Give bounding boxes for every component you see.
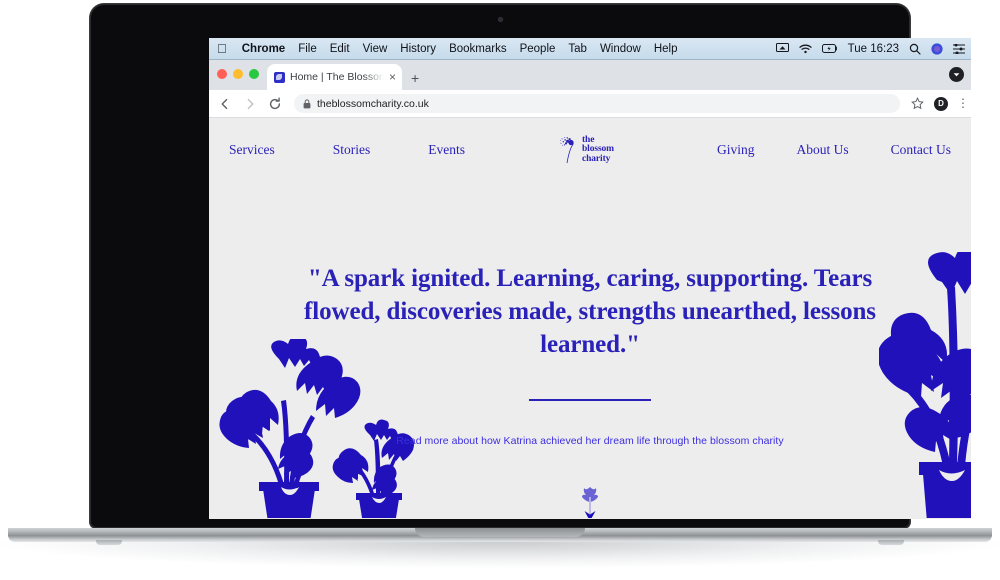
menu-item-people[interactable]: People	[520, 43, 556, 55]
site-nav-left: Services Stories Events	[223, 142, 465, 158]
browser-tab-title: Home | The Blossom Charity |	[290, 71, 384, 83]
hero-section: "A spark ignited. Learning, caring, supp…	[209, 182, 971, 518]
mac-menu-bar-items:  Chrome File Edit View History Bookmark…	[217, 42, 678, 55]
address-bar[interactable]: theblossomcharity.co.uk	[294, 94, 900, 113]
close-window-button[interactable]	[217, 69, 227, 79]
laptop-screen:  Chrome File Edit View History Bookmark…	[209, 38, 971, 519]
laptop-shadow	[0, 542, 1000, 568]
screen-mirroring-icon[interactable]	[775, 43, 789, 54]
logo-line-3: charity	[581, 153, 611, 164]
window-traffic-lights	[217, 69, 259, 79]
battery-charging-icon[interactable]	[821, 44, 838, 53]
camera-icon	[497, 17, 503, 22]
tab-close-icon[interactable]: ×	[389, 71, 398, 83]
maximize-window-button[interactable]	[249, 69, 259, 79]
nav-link-stories[interactable]: Stories	[333, 142, 371, 158]
wifi-icon[interactable]	[798, 44, 812, 54]
menu-item-chrome[interactable]: Chrome	[242, 43, 285, 55]
menu-item-edit[interactable]: Edit	[330, 43, 350, 55]
back-arrow-icon[interactable]	[217, 96, 233, 112]
laptop-lid: MacBook Pro  Chrome File Edit View Hist…	[90, 4, 971, 528]
siri-icon[interactable]	[931, 42, 943, 55]
minimize-window-button[interactable]	[233, 69, 243, 79]
control-center-icon[interactable]	[953, 43, 965, 54]
website-viewport: Services Stories Events the blossom char…	[209, 118, 971, 518]
apple-logo-icon[interactable]: 	[217, 42, 227, 55]
menu-item-bookmarks[interactable]: Bookmarks	[449, 43, 507, 55]
spotlight-search-icon[interactable]	[909, 43, 921, 55]
menu-item-view[interactable]: View	[363, 43, 388, 55]
menu-item-tab[interactable]: Tab	[568, 43, 587, 55]
blossom-dandelion-icon	[560, 136, 574, 163]
browser-tab-strip: Home | The Blossom Charity | × +	[209, 60, 971, 90]
mac-menu-bar:  Chrome File Edit View History Bookmark…	[209, 38, 971, 60]
laptop-base-notch	[415, 528, 585, 537]
chrome-browser-window: Home | The Blossom Charity | × +	[209, 60, 971, 519]
mac-status-items: Tue 16:23	[775, 42, 965, 55]
menu-item-window[interactable]: Window	[600, 43, 641, 55]
menu-item-help[interactable]: Help	[654, 43, 678, 55]
nav-link-events[interactable]: Events	[428, 142, 465, 158]
hero-quote: "A spark ignited. Learning, caring, supp…	[304, 265, 876, 358]
hero-divider	[529, 399, 651, 401]
profile-badge-icon[interactable]	[949, 67, 964, 82]
address-bar-url: theblossomcharity.co.uk	[317, 97, 429, 110]
profile-avatar[interactable]: D	[934, 96, 948, 111]
three-dot-menu-icon[interactable]: ⋮	[957, 97, 969, 109]
site-favicon-icon	[274, 71, 285, 83]
forward-arrow-icon[interactable]	[242, 96, 258, 112]
toolbar-actions: D ⋮	[909, 96, 969, 112]
nav-link-services[interactable]: Services	[229, 142, 275, 158]
hero-readmore-link[interactable]: Read more about how Katrina achieved her…	[209, 435, 971, 447]
site-navigation: Services Stories Events the blossom char…	[209, 118, 971, 182]
nav-link-contact-us[interactable]: Contact Us	[891, 142, 951, 158]
reload-icon[interactable]	[267, 96, 283, 112]
menu-item-history[interactable]: History	[400, 43, 436, 55]
macbook-pro-device: MacBook Pro  Chrome File Edit View Hist…	[0, 0, 1000, 580]
site-logo-text: the blossom charity	[581, 135, 614, 165]
browser-tab[interactable]: Home | The Blossom Charity | ×	[267, 64, 402, 90]
new-tab-button[interactable]: +	[411, 71, 419, 85]
menu-bar-clock[interactable]: Tue 16:23	[848, 43, 899, 55]
site-nav-right: Giving About Us Contact Us	[717, 142, 957, 158]
down-arrow-icon[interactable]	[579, 484, 601, 518]
menu-item-file[interactable]: File	[298, 43, 317, 55]
site-logo[interactable]: the blossom charity	[560, 135, 614, 165]
star-icon[interactable]	[909, 96, 925, 112]
nav-link-about-us[interactable]: About Us	[796, 142, 848, 158]
nav-link-giving[interactable]: Giving	[717, 142, 755, 158]
padlock-icon	[303, 98, 311, 109]
browser-toolbar: theblossomcharity.co.uk D ⋮	[209, 90, 971, 118]
